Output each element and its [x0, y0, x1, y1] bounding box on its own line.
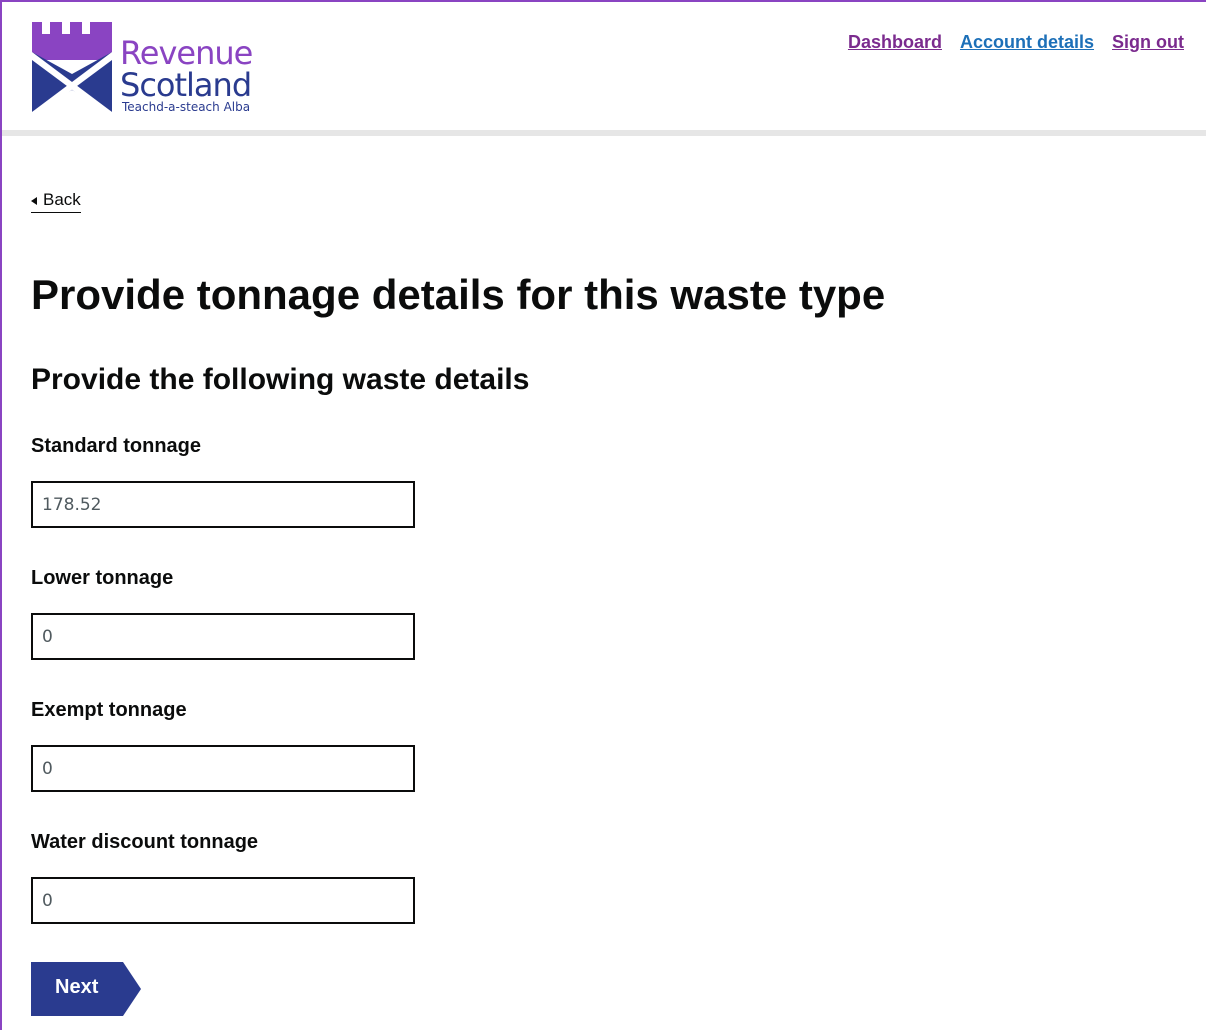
next-button[interactable]: Next [31, 962, 141, 1016]
back-arrow-icon [31, 196, 37, 205]
standard-tonnage-input[interactable] [31, 481, 415, 528]
back-link-label: Back [43, 190, 81, 209]
exempt-tonnage-input[interactable] [31, 745, 415, 792]
back-link[interactable]: Back [31, 190, 81, 213]
nav-sign-out-link[interactable]: Sign out [1112, 32, 1184, 53]
header-divider [2, 130, 1206, 136]
header-nav: Dashboard Account details Sign out [848, 32, 1184, 53]
logo-emblem-icon [32, 22, 112, 112]
page-title: Provide tonnage details for this waste t… [31, 271, 886, 318]
lower-tonnage-input[interactable] [31, 613, 415, 660]
standard-tonnage-label: Standard tonnage [31, 435, 202, 457]
logo-text-scotland: Scotland [120, 66, 252, 104]
nav-account-details-link[interactable]: Account details [960, 32, 1094, 53]
logo-tagline: Teachd-a-steach Alba [122, 100, 251, 114]
water-discount-tonnage-input[interactable] [31, 877, 415, 924]
lower-tonnage-label: Lower tonnage [31, 567, 174, 589]
next-button-label: Next [55, 976, 99, 998]
water-discount-tonnage-label: Water discount tonnage [31, 831, 259, 853]
section-title: Provide the following waste details [31, 363, 530, 396]
site-header: Revenue Scotland Teachd-a-steach Alba Da… [2, 2, 1206, 130]
exempt-tonnage-label: Exempt tonnage [31, 699, 187, 721]
nav-dashboard-link[interactable]: Dashboard [848, 32, 942, 53]
revenue-scotland-logo[interactable]: Revenue Scotland Teachd-a-steach Alba [32, 22, 272, 118]
